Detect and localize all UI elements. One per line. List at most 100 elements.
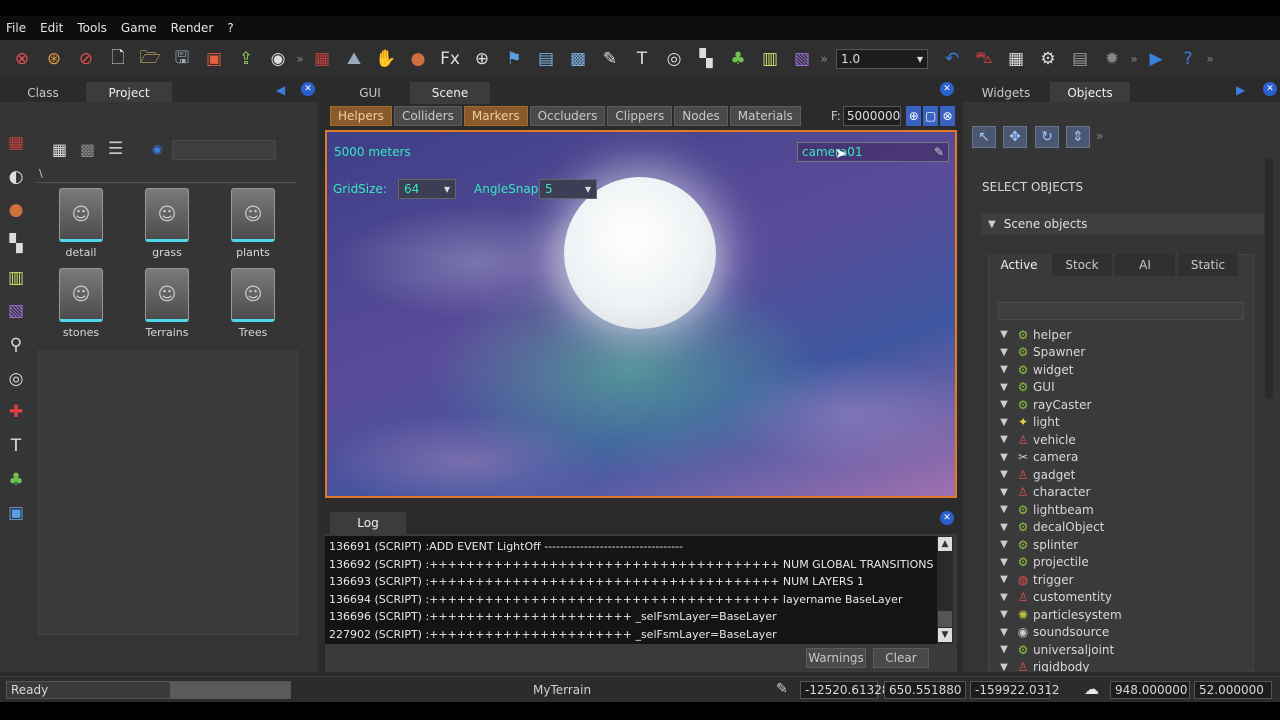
filter-helpers[interactable]: Helpers xyxy=(330,106,392,126)
new-file-icon[interactable]: 🗋 xyxy=(104,45,132,73)
cube-icon[interactable]: ▦ xyxy=(308,45,336,73)
list-item[interactable]: ▼ ⚙ splinter xyxy=(995,536,1247,554)
checker-tool-icon[interactable]: ▚ xyxy=(5,231,27,257)
tab-log[interactable]: Log xyxy=(330,512,406,534)
note-icon[interactable]: ✎ xyxy=(596,45,624,73)
tab-objects[interactable]: Objects xyxy=(1050,82,1130,104)
list-item[interactable]: ▼ ⚙ Spawner xyxy=(995,344,1247,362)
list-item[interactable]: ▼ ⚙ helper xyxy=(995,326,1247,344)
list-item[interactable]: ▼ ⚙ projectile xyxy=(995,554,1247,572)
filter-clippers[interactable]: Clippers xyxy=(607,106,673,126)
play-icon[interactable]: ▶ xyxy=(1142,45,1170,73)
move-icon[interactable]: ✥ xyxy=(1003,126,1027,148)
folder-terrains[interactable]: ☺ Terrains xyxy=(132,268,202,339)
sun-icon[interactable]: ✹ xyxy=(1098,45,1126,73)
settings-icon[interactable]: ⊛ xyxy=(40,45,68,73)
close-left-icon[interactable]: ✕ xyxy=(301,82,315,96)
log-scrollbar[interactable]: ▲ ▼ xyxy=(937,536,953,644)
wheel-icon[interactable]: ⊕ xyxy=(468,45,496,73)
zoom-select[interactable]: 1.0 ▾ xyxy=(836,49,928,69)
list-item[interactable]: ▼ ⚙ GUI xyxy=(995,379,1247,397)
far-input[interactable]: 5000000 xyxy=(842,106,902,126)
collapse-right-icon[interactable]: ▶ xyxy=(1236,83,1245,97)
link-icon[interactable]: ⊗ xyxy=(8,45,36,73)
select-arrow-icon[interactable]: ↖ xyxy=(972,126,996,148)
terrain-icon[interactable]: ⛰ xyxy=(340,45,368,73)
gear-icon[interactable]: ⚙ xyxy=(1034,45,1062,73)
scene-viewport[interactable]: 5000 meters GridSize: 64 ▾ AngleSnap: 5 … xyxy=(325,130,957,498)
folder-stones[interactable]: ☺ stones xyxy=(46,268,116,339)
more-icon-2[interactable]: » xyxy=(820,45,828,73)
scroll-thumb[interactable] xyxy=(938,611,952,627)
subtab-static[interactable]: Static xyxy=(1178,254,1238,276)
list-item[interactable]: ▼ ✂ camera xyxy=(995,449,1247,467)
page-tool-icon[interactable]: ▥ xyxy=(5,265,27,291)
fx-icon[interactable]: Fx xyxy=(436,45,464,73)
menu-help[interactable]: ? xyxy=(227,21,233,35)
list-item[interactable]: ▼ ⚙ decalObject xyxy=(995,519,1247,537)
more-icon[interactable]: » xyxy=(296,45,304,73)
list-item[interactable]: ▼ ◉ soundsource xyxy=(995,624,1247,642)
list-item[interactable]: ▼ ✦ light xyxy=(995,414,1247,432)
sound-tool-icon[interactable]: ◎ xyxy=(5,366,27,392)
car-icon[interactable]: ⛍ xyxy=(970,45,998,73)
close-scene-icon[interactable]: ✕ xyxy=(940,82,954,96)
scroll-up-icon[interactable]: ▲ xyxy=(938,537,952,551)
view-icon[interactable]: ▢ xyxy=(923,106,939,126)
export-icon[interactable]: ⇪ xyxy=(232,45,260,73)
tab-class[interactable]: Class xyxy=(0,82,86,104)
menu-game[interactable]: Game xyxy=(121,21,157,35)
large-icons-view-icon[interactable]: ▦ xyxy=(52,140,67,159)
hand-icon[interactable]: ✋ xyxy=(372,45,400,73)
medkit-tool-icon[interactable]: ✚ xyxy=(5,399,27,425)
scene-objects-header[interactable]: ▼ Scene objects xyxy=(982,213,1264,235)
log-output[interactable]: 136691 (SCRIPT) :ADD EVENT LightOff ----… xyxy=(325,536,944,644)
doc-icon[interactable]: ▤ xyxy=(532,45,560,73)
list-item[interactable]: ▼ ⚙ lightbeam xyxy=(995,501,1247,519)
close-right-icon[interactable]: ✕ xyxy=(1263,82,1277,96)
list-view-icon[interactable]: ☰ xyxy=(108,139,123,159)
list-item[interactable]: ▼ ♙ gadget xyxy=(995,466,1247,484)
gridsize-select[interactable]: 64 ▾ xyxy=(398,179,456,199)
list-item[interactable]: ▼ ✺ particlesystem xyxy=(995,606,1247,624)
menu-edit[interactable]: Edit xyxy=(40,21,63,35)
menu-tools[interactable]: Tools xyxy=(77,21,107,35)
rotate-icon[interactable]: ↻ xyxy=(1035,126,1059,148)
more-tools-icon[interactable]: » xyxy=(1096,129,1103,143)
sound-icon[interactable]: ◎ xyxy=(660,45,688,73)
right-scrollbar[interactable] xyxy=(1265,158,1273,398)
text-icon[interactable]: T xyxy=(628,45,656,73)
subtab-stock[interactable]: Stock xyxy=(1052,254,1112,276)
layout-grid-icon[interactable]: ▦ xyxy=(1002,45,1030,73)
subtab-active[interactable]: Active xyxy=(989,254,1049,276)
flag-icon[interactable]: ⚑ xyxy=(500,45,528,73)
anglesnap-select[interactable]: 5 ▾ xyxy=(539,179,597,199)
list-item[interactable]: ▼ ◍ trigger xyxy=(995,571,1247,589)
filter-nodes[interactable]: Nodes xyxy=(674,106,728,126)
open-icon[interactable]: 🗁 xyxy=(136,45,164,73)
subtab-ai[interactable]: AI xyxy=(1115,254,1175,276)
menu-render[interactable]: Render xyxy=(171,21,214,35)
warnings-button[interactable]: Warnings xyxy=(806,648,866,668)
tree-tool-icon[interactable]: ♣ xyxy=(5,467,27,493)
save-icon[interactable]: 🖫 xyxy=(168,45,196,73)
tab-project[interactable]: Project xyxy=(86,82,172,104)
folder-detail[interactable]: ☺ detail xyxy=(46,188,116,259)
filter-materials[interactable]: Materials xyxy=(729,106,801,126)
grid-icon[interactable]: ▩ xyxy=(564,45,592,73)
image-tool-icon[interactable]: ▣ xyxy=(5,500,27,526)
mouse-tool-icon[interactable]: ◐ xyxy=(5,164,27,190)
list-item[interactable]: ▼ ⚙ rayCaster xyxy=(995,396,1247,414)
list-item[interactable]: ▼ ♙ character xyxy=(995,484,1247,502)
tab-gui[interactable]: GUI xyxy=(330,82,410,104)
scroll-down-icon[interactable]: ▼ xyxy=(938,628,952,642)
undo-icon[interactable]: ↶ xyxy=(938,45,966,73)
tree-icon[interactable]: ♣ xyxy=(724,45,752,73)
list-item[interactable]: ▼ ⚙ widget xyxy=(995,361,1247,379)
filter-occluders[interactable]: Occluders xyxy=(529,106,606,126)
page-icon[interactable]: ▥ xyxy=(756,45,784,73)
disk-icon[interactable]: ◉ xyxy=(264,45,292,73)
cube-tool-icon[interactable]: ▦ xyxy=(5,130,27,156)
list-item[interactable]: ▼ ♙ vehicle xyxy=(995,431,1247,449)
keyboard-icon[interactable]: ▤ xyxy=(1066,45,1094,73)
